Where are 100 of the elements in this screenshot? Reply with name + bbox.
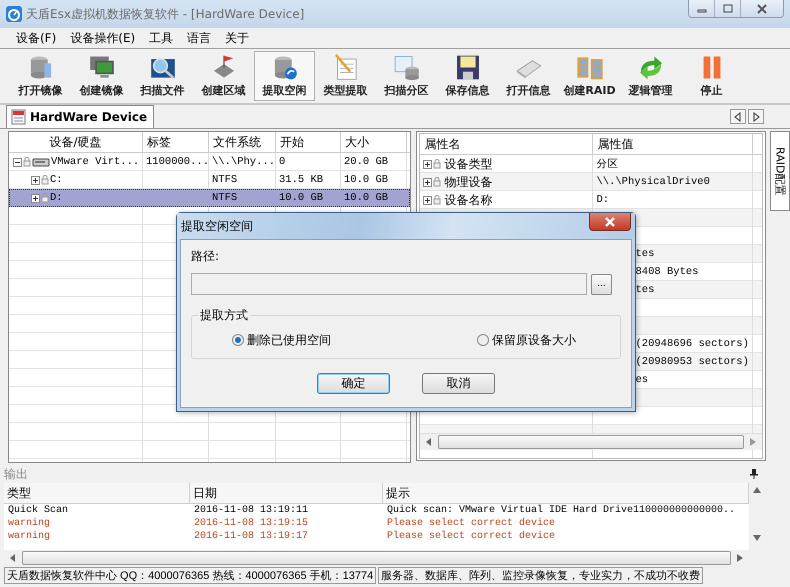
expander-icon[interactable]	[423, 196, 432, 204]
window-title: 天盾Esx虚拟机数据恢复软件 - [HardWare Device]	[26, 6, 304, 22]
down-arrow-icon	[752, 535, 760, 541]
tab-label: HardWare Device	[30, 110, 148, 124]
up-arrow-icon	[752, 487, 760, 493]
browse-button[interactable]: ...	[591, 274, 612, 294]
column-header[interactable]: 大小	[341, 132, 407, 152]
dialog-button[interactable]: 取消	[422, 373, 495, 394]
property-value: (20948696 sectors)	[635, 338, 749, 350]
right-arrow-icon	[750, 438, 756, 446]
property-value: tes	[635, 248, 654, 260]
toolbar-button[interactable]: 类型提取	[315, 51, 376, 101]
toolbar-button[interactable]: 创建区域	[193, 51, 254, 101]
table-cell: 0	[279, 156, 286, 168]
minimize-button[interactable]	[689, 0, 715, 17]
property-name: 物理设备	[444, 174, 492, 190]
log-message: Please select correct device	[386, 530, 556, 543]
dialog-button[interactable]: 确定	[317, 373, 390, 394]
toolbar-button[interactable]: 逻辑管理	[620, 51, 681, 101]
scroll-right-button[interactable]	[748, 109, 764, 124]
lock-icon	[41, 175, 49, 185]
app-logo-icon	[6, 6, 22, 22]
radio-icon[interactable]	[232, 334, 244, 346]
expander-icon[interactable]	[423, 160, 432, 168]
hard-drive-icon	[32, 157, 50, 167]
log-type: Quick Scan	[7, 504, 70, 517]
column-header[interactable]: 文件系统	[209, 132, 276, 152]
close-icon	[756, 4, 768, 14]
left-arrow-icon	[734, 112, 742, 122]
expander-icon[interactable]	[423, 178, 432, 186]
expander-icon[interactable]	[31, 194, 40, 202]
status-text: 服务器、数据库、阵列、监控录像恢复，专业实力，不成功不收费	[378, 566, 704, 584]
property-value: tes	[635, 284, 654, 296]
radio-option[interactable]: 保留原设备大小	[477, 332, 576, 348]
left-arrow-icon	[10, 554, 16, 562]
side-tab[interactable]: RAID配置	[770, 131, 790, 211]
lock-icon	[23, 157, 31, 167]
toolbar-button[interactable]: 打开信息	[498, 51, 559, 101]
log-message: Quick scan: VMware Virtual IDE Hard Drive110000000000000..	[386, 504, 736, 517]
device-name: D:	[50, 192, 63, 204]
device-row[interactable]: VMware Virt... 1100000... \\.\Phy... 0 20.0 GB	[9, 153, 410, 171]
document-icon	[11, 109, 27, 125]
maximize-icon	[722, 4, 732, 14]
field-label: 路径:	[191, 248, 220, 265]
toolbar-button[interactable]: 保存信息	[437, 51, 498, 101]
column-header[interactable]: 设备/硬盘	[9, 132, 143, 152]
column-header[interactable]: 标签	[143, 132, 209, 152]
panel-title: 输出	[4, 466, 28, 482]
table-cell: 20.0 GB	[344, 156, 388, 168]
toolbar-button[interactable]: 停止	[681, 51, 742, 101]
maximize-button[interactable]	[715, 0, 741, 17]
menu-item[interactable]: 工具	[143, 30, 180, 46]
device-row[interactable]: D: NTFS 10.0 GB 10.0 GB	[9, 189, 410, 207]
toolbar-button[interactable]: 创建镜像	[71, 51, 132, 101]
dialog-title: 提取空闲空间	[181, 218, 253, 234]
menu-item[interactable]: 设备操作(E)	[64, 30, 142, 46]
horizontal-scrollbar[interactable]	[420, 433, 762, 450]
device-row[interactable]: C: NTFS 31.5 KB 10.0 GB	[9, 171, 410, 189]
table-cell: \\.\Phy...	[212, 156, 276, 168]
menu-item[interactable]: 关于	[219, 30, 256, 46]
expander-icon[interactable]	[31, 176, 40, 184]
property-value: (20980953 sectors)	[635, 356, 749, 368]
table-cell: 1100000...	[146, 156, 210, 168]
column-header[interactable]: 属性值	[593, 134, 754, 154]
property-value: 8408 Bytes	[635, 266, 698, 278]
column-header[interactable]: 属性名	[420, 134, 594, 154]
radio-option[interactable]: 删除已使用空间	[232, 332, 331, 348]
log-date: 2016-11-08 13:19:11	[193, 504, 310, 517]
column-header[interactable]: 日期	[190, 483, 383, 503]
scroll-left-button[interactable]	[730, 109, 746, 124]
group-label: 提取方式	[198, 307, 250, 324]
menu-item[interactable]: 设备(F)	[10, 30, 62, 46]
table-cell: 10.0 GB	[279, 192, 324, 204]
column-header[interactable]: 类型	[4, 483, 190, 503]
table-cell: 10.0 GB	[344, 174, 388, 186]
log-message: Please select correct device	[386, 517, 556, 530]
toolbar-button[interactable]: 创建RAID	[559, 51, 620, 101]
path-field[interactable]	[191, 273, 587, 295]
close-button[interactable]	[589, 213, 631, 231]
pin-icon[interactable]	[750, 469, 758, 479]
property-value: D:	[596, 194, 610, 206]
right-arrow-icon	[737, 554, 743, 562]
radio-icon[interactable]	[477, 334, 489, 346]
scroll-thumb[interactable]	[438, 435, 744, 449]
device-name: VMware Virt...	[51, 156, 140, 168]
document-tab[interactable]: HardWare Device	[6, 105, 154, 128]
property-name: 设备名称	[444, 192, 492, 208]
log-date: 2016-11-08 13:19:15	[193, 517, 310, 530]
toolbar-button[interactable]: 扫描分区	[376, 51, 437, 101]
column-header[interactable]: 开始	[276, 132, 341, 152]
log-type: warning	[7, 530, 52, 543]
property-value: 分区	[596, 158, 618, 171]
close-button[interactable]	[741, 0, 783, 17]
left-arrow-icon	[426, 438, 432, 446]
table-cell: 31.5 KB	[279, 174, 324, 186]
toolbar-button[interactable]: 打开镜像	[10, 51, 71, 101]
expander-icon[interactable]	[13, 158, 22, 166]
menu-item[interactable]: 语言	[181, 30, 218, 46]
toolbar-button[interactable]: 提取空闲	[254, 51, 315, 101]
toolbar-button[interactable]: 扫描文件	[132, 51, 193, 101]
